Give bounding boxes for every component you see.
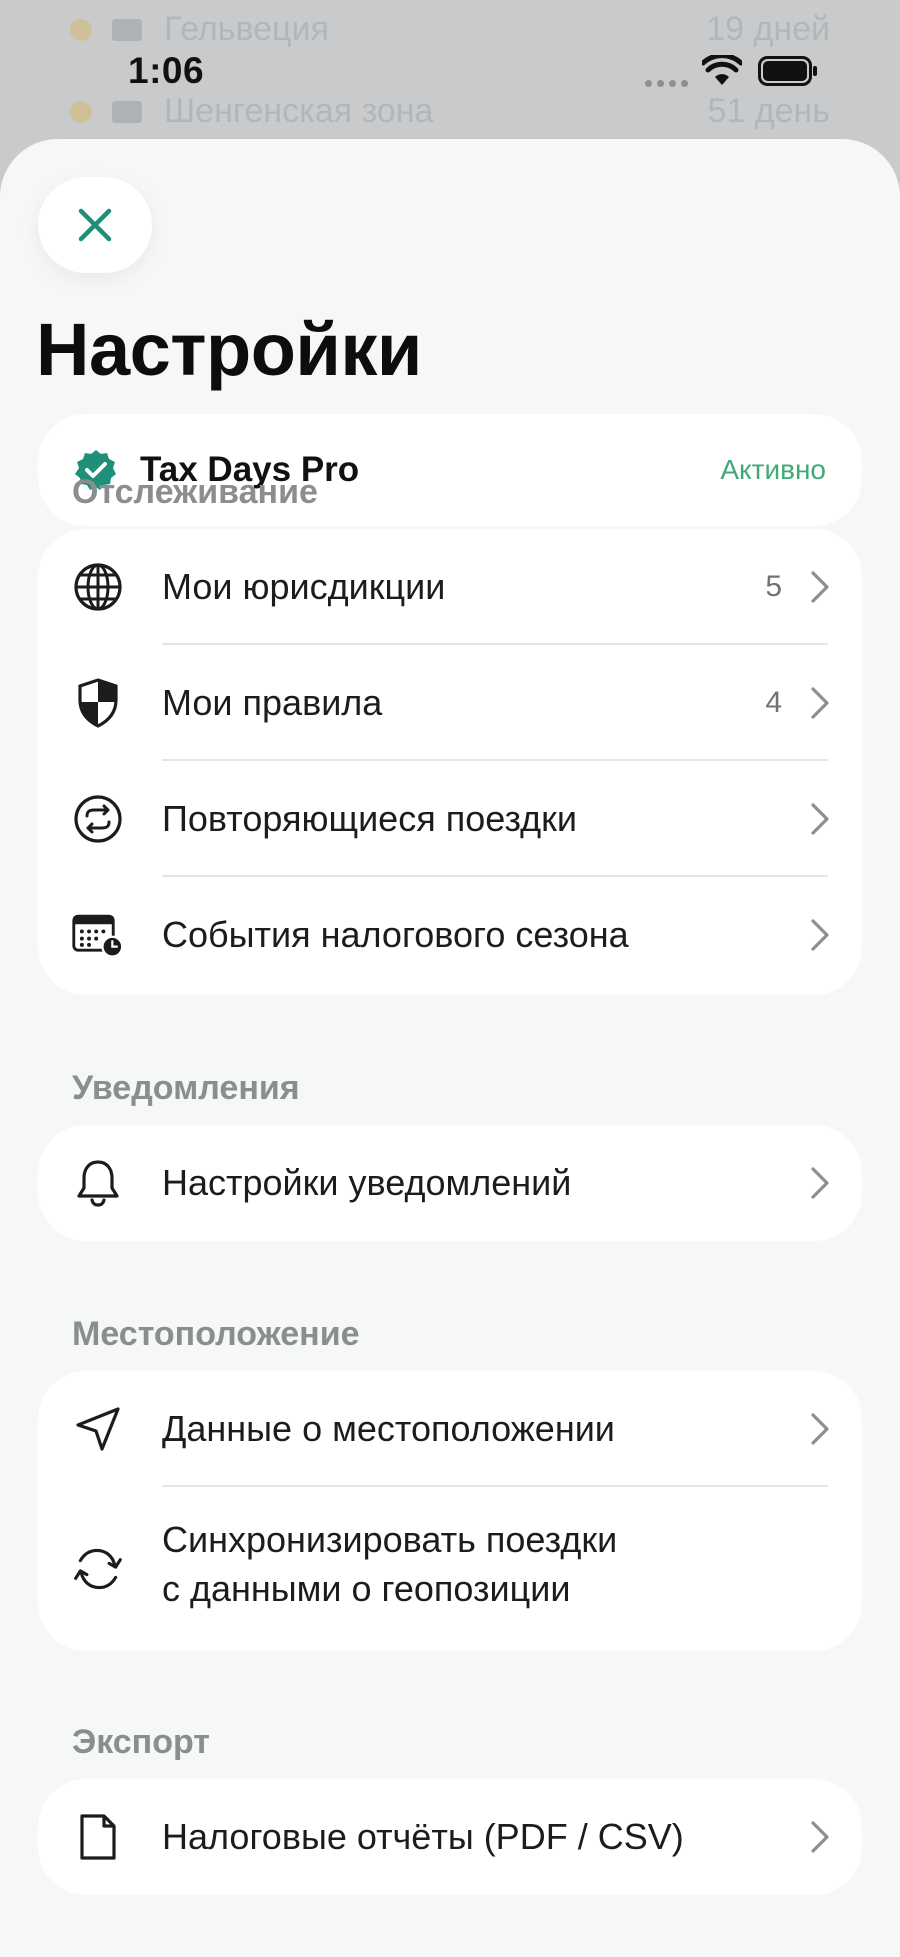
chevron-right-icon: [811, 1167, 829, 1199]
settings-item-label: Данные о местоположении: [162, 1408, 615, 1449]
settings-item-location-data[interactable]: Данные о местоположении: [38, 1371, 862, 1487]
close-button[interactable]: [38, 177, 152, 273]
shield-icon: [72, 677, 124, 729]
chevron-right-icon: [811, 687, 829, 719]
settings-item-jurisdictions[interactable]: Мои юрисдикции 5: [38, 529, 862, 645]
document-icon: [72, 1811, 124, 1863]
section-title-location: Местоположение: [72, 1315, 360, 1353]
chevron-right-icon: [811, 919, 829, 951]
status-time: 1:06: [128, 50, 205, 91]
settings-item-label: Мои правила: [162, 682, 383, 723]
settings-item-tax-season-events[interactable]: События налогового сезона: [38, 877, 862, 993]
notifications-card: Настройки уведомлений: [38, 1125, 862, 1241]
subscription-status: Активно: [720, 454, 826, 485]
settings-item-tax-reports[interactable]: Налоговые отчёты (PDF / CSV): [38, 1779, 862, 1895]
bell-icon: [72, 1157, 124, 1209]
settings-item-recurring-trips[interactable]: Повторяющиеся поездки: [38, 761, 862, 877]
close-icon: [78, 208, 112, 242]
chevron-right-icon: [811, 1413, 829, 1445]
settings-item-label: Настройки уведомлений: [162, 1162, 572, 1203]
chevron-right-icon: [811, 1821, 829, 1853]
calendar-clock-icon: [72, 909, 124, 961]
battery-icon: [758, 56, 817, 86]
status-bar: 1:06: [0, 0, 900, 140]
settings-item-label: Налоговые отчёты (PDF / CSV): [162, 1816, 684, 1857]
section-title-export: Экспорт: [72, 1723, 210, 1761]
export-card: Налоговые отчёты (PDF / CSV): [38, 1779, 862, 1895]
tracking-card: Мои юрисдикции 5 Мои правила 4 Повторяющ…: [38, 529, 862, 995]
location-card: Данные о местоположении Синхронизировать…: [38, 1371, 862, 1651]
globe-icon: [72, 561, 124, 613]
label-line: с данными о геопозиции: [162, 1568, 571, 1609]
section-title-notifications: Уведомления: [72, 1069, 300, 1107]
settings-item-label: События налогового сезона: [162, 914, 629, 955]
cellular-signal-icon: [645, 80, 688, 87]
settings-item-label: Мои юрисдикции: [162, 566, 446, 607]
wifi-icon: [702, 55, 742, 85]
section-title-tracking: Отслеживание: [72, 473, 318, 511]
sync-icon: [72, 1543, 124, 1595]
page-title: Настройки: [36, 308, 422, 391]
settings-item-sync-trips[interactable]: Синхронизировать поездки с данными о геоп…: [38, 1487, 862, 1651]
label-line: Синхронизировать поездки: [162, 1519, 618, 1560]
chevron-right-icon: [811, 571, 829, 603]
chevron-right-icon: [811, 803, 829, 835]
count-badge: 5: [765, 570, 782, 603]
settings-item-rules[interactable]: Мои правила 4: [38, 645, 862, 761]
count-badge: 4: [765, 686, 782, 719]
settings-sheet: Настройки Tax Days Pro Активно Отслежива…: [0, 139, 900, 1957]
settings-item-label: Синхронизировать поездки с данными о геоп…: [162, 1515, 617, 1613]
settings-item-label: Повторяющиеся поездки: [162, 798, 578, 839]
location-arrow-icon: [72, 1403, 124, 1455]
settings-item-notification-settings[interactable]: Настройки уведомлений: [38, 1125, 862, 1241]
repeat-icon: [72, 793, 124, 845]
